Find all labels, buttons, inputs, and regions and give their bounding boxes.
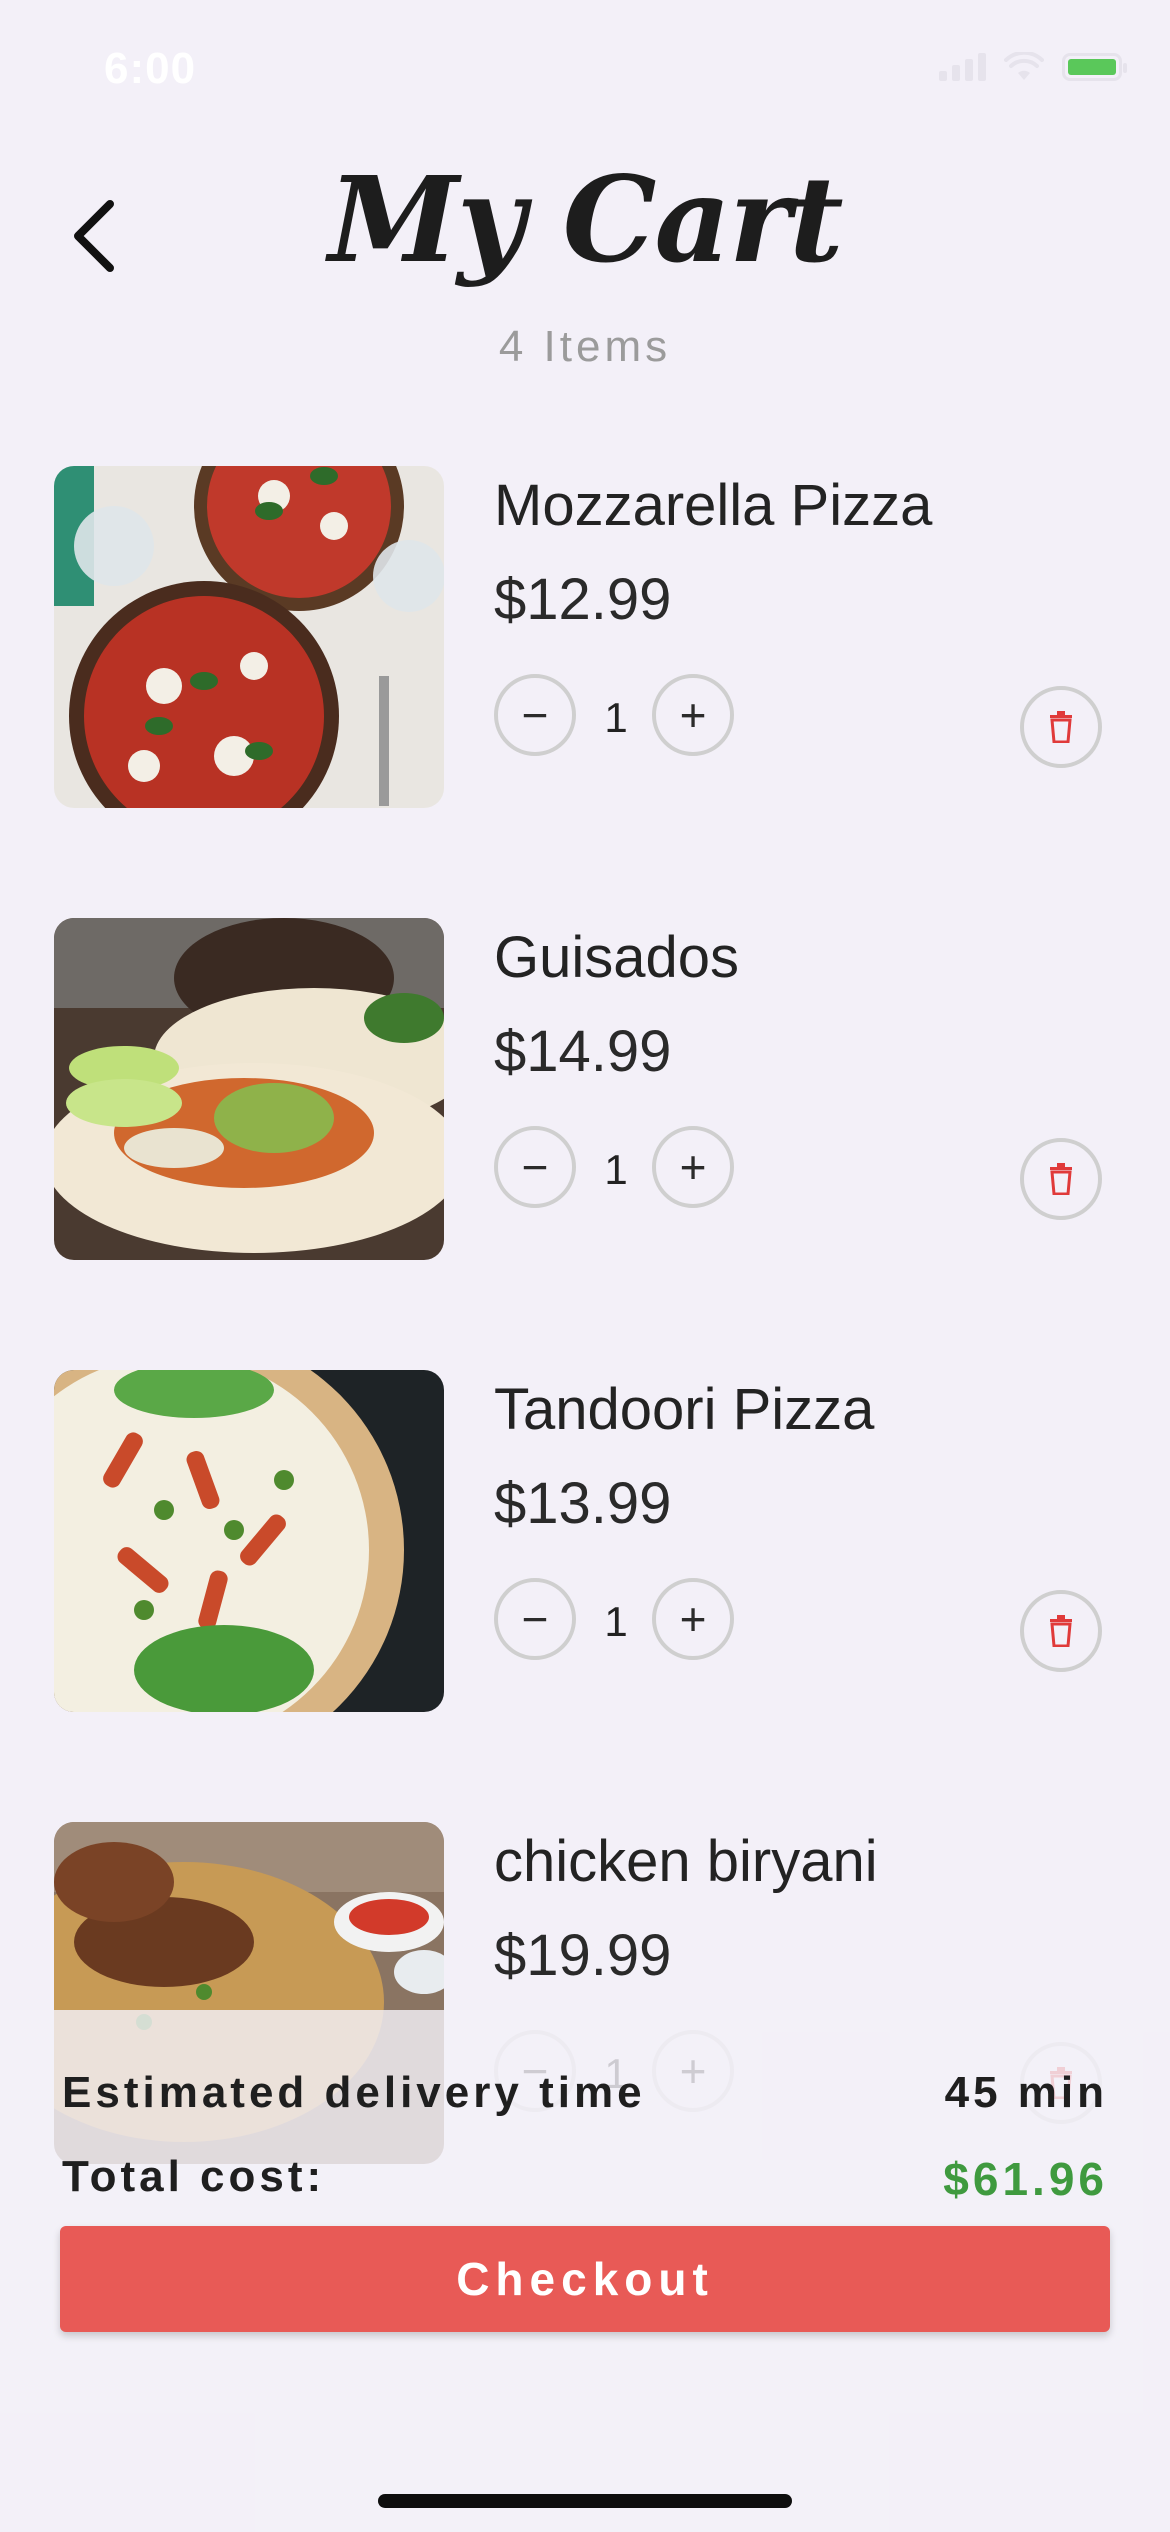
delivery-value: 45 min [944,2068,1108,2117]
wifi-icon [1004,52,1044,80]
increase-quantity-button[interactable]: + [652,1126,734,1208]
page-title: My Cart [328,150,843,289]
tandoori-pizza-image [54,1370,444,1712]
checkout-button[interactable]: Checkout [60,2226,1110,2332]
item-price: $14.99 [494,1019,672,1084]
item-price: $19.99 [494,1923,672,1988]
quantity-value: 1 [604,694,628,741]
item-name: Guisados [494,925,740,990]
cart-item: Tandoori Pizza $13.99 − 1 + [0,1370,1170,1720]
item-name: Tandoori Pizza [494,1377,875,1442]
total-value: $61.96 [943,2153,1108,2205]
trash-icon [1050,711,1072,743]
mozzarella-pizza-image [54,466,444,808]
delete-item-button[interactable] [1020,686,1102,768]
trash-icon [1050,1163,1072,1195]
item-price: $12.99 [494,567,672,632]
total-label: Total cost: [62,2152,326,2201]
item-price: $13.99 [494,1471,672,1536]
status-time: 6:00 [104,44,197,93]
battery-icon [1062,53,1127,81]
decrease-quantity-button[interactable]: − [494,1578,576,1660]
quantity-value: 1 [604,1598,628,1645]
delete-item-button[interactable] [1020,1138,1102,1220]
cart-item: Guisados $14.99 − 1 + [0,918,1170,1268]
item-name: chicken biryani [494,1829,878,1894]
quantity-value: 1 [604,1146,628,1193]
guisados-image [54,918,444,1260]
decrease-quantity-button[interactable]: − [494,1126,576,1208]
home-indicator[interactable] [378,2494,792,2508]
item-count: 4 Items [498,322,672,371]
trash-icon [1050,1615,1072,1647]
cart-item: Mozzarella Pizza $12.99 − 1 + [0,466,1170,816]
item-name: Mozzarella Pizza [494,473,933,538]
status-icons [939,52,1127,82]
delivery-row: Estimated delivery time 45 min [62,2068,1108,2118]
total-row: Total cost: $61.96 [62,2152,1108,2206]
delivery-label: Estimated delivery time [62,2068,646,2117]
increase-quantity-button[interactable]: + [652,674,734,756]
decrease-quantity-button[interactable]: − [494,674,576,756]
delete-item-button[interactable] [1020,1590,1102,1672]
increase-quantity-button[interactable]: + [652,1578,734,1660]
signal-icon [939,53,986,81]
